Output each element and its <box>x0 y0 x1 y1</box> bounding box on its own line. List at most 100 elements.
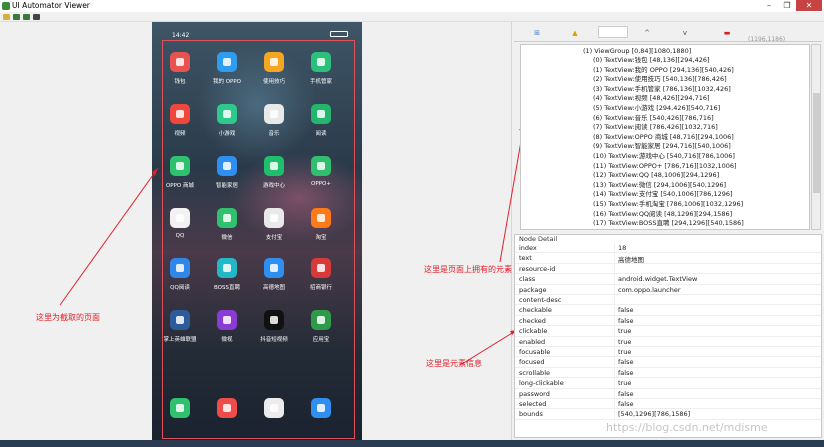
column-divider <box>614 388 615 399</box>
detail-key: enabled <box>519 337 546 346</box>
tree-node[interactable]: (15) TextView:手机淘宝 [786,1006][1032,1296] <box>593 200 743 209</box>
tree-node[interactable]: (10) TextView:游戏中心 [540,716][786,1006] <box>593 152 735 161</box>
detail-key: long-clickable <box>519 379 564 388</box>
previous-node-icon[interactable]: ^ <box>642 29 652 37</box>
tree-node[interactable]: (11) TextView:OPPO+ [786,716][1032,1006] <box>593 162 737 171</box>
detail-row[interactable]: content-desc <box>515 295 821 306</box>
tree-node[interactable]: (2) TextView:使用技巧 [540,136][786,426] <box>593 75 727 84</box>
scrollbar-thumb[interactable] <box>813 93 820 193</box>
detail-value: android.widget.TextView <box>618 275 698 284</box>
detail-key: focused <box>519 358 545 367</box>
detail-row[interactable]: long-clickable true <box>515 378 821 389</box>
detail-row[interactable]: class android.widget.TextView <box>515 274 821 285</box>
column-divider <box>614 336 615 347</box>
hierarchy-tree[interactable]: (1) ViewGroup [0,84][1080,1880] (0) Text… <box>520 44 810 230</box>
detail-value: false <box>618 400 634 408</box>
detail-key: text <box>519 254 532 263</box>
detail-value: false <box>618 368 634 377</box>
detail-key: package <box>519 285 547 294</box>
detail-row[interactable]: password false <box>515 388 821 399</box>
detail-row[interactable]: checked false <box>515 315 821 327</box>
detail-row[interactable]: bounds [540,1296][786,1586] <box>515 409 821 420</box>
detail-row[interactable]: focusable true <box>515 347 821 358</box>
tree-node[interactable]: (5) TextView:小游戏 [294,426][540,716] <box>593 104 720 113</box>
tree-node[interactable]: (0) TextView:钱包 [48,136][294,426] <box>593 56 710 65</box>
cursor-coordinates: (1196,1186) <box>748 36 786 43</box>
detail-value: true <box>618 337 632 346</box>
tree-node[interactable]: (13) TextView:微信 [294,1006][540,1296] <box>593 181 726 190</box>
column-divider <box>614 274 615 285</box>
watermark: https://blog.csdn.net/mdisme <box>606 421 768 434</box>
column-divider <box>614 326 615 337</box>
detail-row[interactable]: package com.oppo.launcher <box>515 284 821 295</box>
tree-node[interactable]: (16) TextView:QQ阅读 [48,1296][294,1586] <box>593 210 732 219</box>
detail-row[interactable]: text 高德地图 <box>515 253 821 264</box>
detail-value: false <box>618 389 634 398</box>
detail-value: true <box>618 348 632 356</box>
tree-node[interactable]: (6) TextView:音乐 [540,426][786,716] <box>593 114 714 123</box>
expand-all-icon[interactable]: ⊞ <box>532 29 542 37</box>
tree-node[interactable]: (4) TextView:视频 [48,426][294,716] <box>593 94 710 103</box>
detail-value: false <box>618 358 634 367</box>
tree-node[interactable]: (8) TextView:OPPO 商城 [48,716][294,1006] <box>593 133 734 142</box>
detail-value: false <box>618 316 634 325</box>
detail-value: false <box>618 306 634 315</box>
tree-node[interactable]: (12) TextView:QQ [48,1006][294,1296] <box>593 171 719 180</box>
detail-row[interactable]: index 18 <box>515 243 821 254</box>
app-window: UI Automator Viewer – ❐ ✕ 14:42 钱包 我的 OPP… <box>0 0 824 447</box>
detail-key: checkable <box>519 306 552 315</box>
column-divider <box>614 357 615 368</box>
detail-row[interactable]: resource-id <box>515 263 821 275</box>
node-detail-table: Node Detail index 18 text 高德地图 resource-id cl… <box>514 234 822 438</box>
detail-row[interactable]: scrollable false <box>515 367 821 379</box>
node-detail-header: Node Detail <box>519 235 558 243</box>
detail-key: content-desc <box>519 296 562 304</box>
column-divider <box>614 315 615 327</box>
column-divider <box>614 305 615 316</box>
search-input[interactable] <box>598 26 628 38</box>
tree-node[interactable]: (7) TextView:阅读 [786,426][1032,716] <box>593 123 718 132</box>
detail-key: selected <box>519 400 547 408</box>
annotation-tree: 这里是页面上拥有的元素 <box>424 265 512 274</box>
detail-key: scrollable <box>519 368 550 377</box>
tree-node[interactable]: (3) TextView:手机管家 [786,136][1032,426] <box>593 85 731 94</box>
detail-key: resource-id <box>519 264 556 273</box>
annotation-screenshot: 这里为截取的页面 <box>36 313 100 322</box>
column-divider <box>614 253 615 264</box>
detail-row[interactable]: checkable false <box>515 305 821 316</box>
detail-key: index <box>519 244 537 252</box>
toggle-naf-icon[interactable]: ▬ <box>722 29 732 37</box>
column-divider <box>614 367 615 379</box>
tree-root-node[interactable]: (1) ViewGroup [0,84][1080,1880] <box>583 47 691 56</box>
detail-key: checked <box>519 316 546 325</box>
detail-row[interactable]: selected false <box>515 399 821 410</box>
column-divider <box>614 243 615 254</box>
detail-key: password <box>519 389 550 398</box>
annotation-detail: 这里是元素信息 <box>426 359 482 368</box>
detail-value: [540,1296][786,1586] <box>618 410 691 419</box>
detail-value: true <box>618 327 632 336</box>
detail-row[interactable]: focused false <box>515 357 821 368</box>
column-divider <box>614 295 615 306</box>
detail-key: class <box>519 275 536 284</box>
column-divider <box>614 399 615 410</box>
detail-key: clickable <box>519 327 548 336</box>
tree-node[interactable]: (17) TextView:BOSS直聘 [294,1296][540,1586… <box>593 219 744 228</box>
tree-node[interactable]: (1) TextView:我的 OPPO [294,136][540,426] <box>593 66 734 75</box>
detail-key: bounds <box>519 410 543 419</box>
detail-row[interactable]: clickable true <box>515 326 821 337</box>
detail-row[interactable]: enabled true <box>515 336 821 347</box>
column-divider <box>614 409 615 420</box>
next-node-icon[interactable]: v <box>680 29 690 37</box>
warning-icon[interactable]: ▲ <box>570 29 580 37</box>
tree-node[interactable]: (14) TextView:支付宝 [540,1006][786,1296] <box>593 190 733 199</box>
column-divider <box>614 263 615 275</box>
tree-scrollbar[interactable] <box>811 44 821 230</box>
detail-key: focusable <box>519 348 551 356</box>
column-divider <box>614 347 615 358</box>
detail-value: 18 <box>618 244 627 252</box>
column-divider <box>614 378 615 389</box>
detail-value: true <box>618 379 632 388</box>
detail-value: com.oppo.launcher <box>618 285 681 294</box>
tree-node[interactable]: (9) TextView:智能家居 [294,716][540,1006] <box>593 142 731 151</box>
